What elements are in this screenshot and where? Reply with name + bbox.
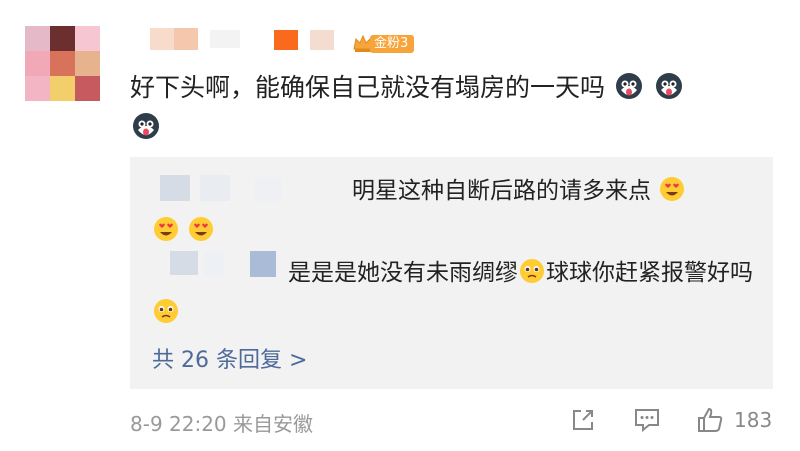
like-count: 183 [734, 408, 773, 432]
share-icon[interactable] [568, 405, 598, 435]
heart-eyes-emoji [154, 217, 178, 241]
reply-username-blurred[interactable] [170, 249, 290, 277]
reply-emoji-row [152, 211, 215, 251]
fan-badge[interactable]: 金粉3 [352, 32, 415, 56]
fan-badge-label: 金粉3 [370, 35, 415, 53]
like-icon[interactable] [695, 405, 725, 435]
reply-item [152, 293, 180, 333]
reply-text-continued: 球球你赶紧报警好吗 [546, 260, 753, 286]
husky-dog-emoji [133, 113, 159, 139]
husky-dog-emoji [615, 73, 642, 99]
comment-source: 来自安徽 [233, 412, 314, 436]
comment-body: 好下头啊，能确保自己就没有塌房的一天吗 [130, 68, 770, 148]
reply-item: 明星这种自断后路的请多来点 [352, 171, 686, 211]
comment-text: 好下头啊，能确保自己就没有塌房的一天吗 [130, 73, 606, 102]
reply-text: 是是是她没有未雨绸缪 [288, 260, 518, 286]
pleading-face-emoji [154, 299, 178, 323]
username-blurred[interactable] [150, 28, 334, 50]
comment-meta: 8-9 22:20 来自安徽 [130, 408, 313, 437]
reply-username-blurred[interactable] [160, 175, 350, 203]
reply-item: 是是是她没有未雨绸缪 球球你赶紧报警好吗 [288, 253, 753, 293]
husky-dog-emoji [655, 73, 682, 99]
avatar[interactable] [25, 26, 100, 101]
comment-time: 8-9 22:20 [130, 412, 227, 436]
heart-eyes-emoji [660, 177, 685, 201]
heart-eyes-emoji [189, 217, 214, 241]
reply-text: 明星这种自断后路的请多来点 [352, 178, 651, 204]
more-replies-link[interactable]: 共 26 条回复 > [152, 342, 307, 374]
pleading-face-emoji [520, 259, 544, 283]
reply-box: 明星这种自断后路的请多来点 是是是她没有未雨绸缪 球球你赶紧报警好吗 共 26 … [130, 157, 773, 389]
comment-icon[interactable] [632, 405, 662, 435]
